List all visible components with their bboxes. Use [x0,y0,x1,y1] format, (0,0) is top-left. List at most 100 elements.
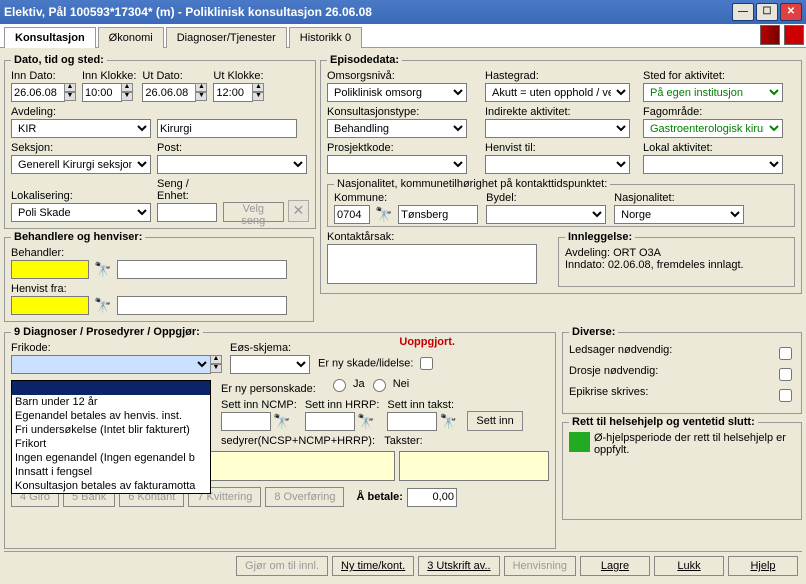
binoculars-icon[interactable]: 🔭 [373,206,395,224]
ut-dato-spinner[interactable]: ▲▼ [195,83,207,101]
ny-skade-checkbox[interactable] [420,357,433,370]
overforing-button: 8 Overføring [265,487,344,507]
lbl-henv: Henvist til: [485,142,635,154]
lbl-ledsager: Ledsager nødvendig: [569,344,672,363]
footer-buttons: Gjør om til innl. Ny time/kont. 3 Utskri… [4,551,802,580]
close-button[interactable]: ✕ [780,3,802,21]
legend-beh: Behandlere og henviser: [11,231,145,243]
dropdown-item[interactable]: Frikort [12,437,210,451]
henvist-fra-code-input[interactable] [11,296,89,315]
lbl-kontaktaarsak: Kontaktårsak: [327,231,550,243]
eos-select[interactable] [230,355,310,374]
toolbar-icon-2[interactable] [784,25,804,45]
utskrift-button[interactable]: 3 Utskrift av.. [418,556,499,576]
fieldset-diverse: Diverse: Ledsager nødvendig: Drosje nødv… [562,326,802,414]
delete-seng-button[interactable]: ✕ [288,200,309,222]
nasj-select[interactable]: Norge [614,205,744,224]
post-select[interactable] [157,155,307,174]
avdeling-select[interactable]: KIR [11,119,151,138]
ut-klokke-input[interactable] [213,83,253,102]
ny-person-ja-radio[interactable] [333,379,346,392]
dropdown-item[interactable]: Konsultasjon betales av fakturamotta [12,479,210,493]
takst-input[interactable] [387,412,437,431]
bydel-select[interactable] [486,205,606,224]
takster-text[interactable] [399,451,549,481]
lbl-epikrise: Epikrise skrives: [569,386,648,405]
ny-time-button[interactable]: Ny time/kont. [332,556,414,576]
betale-input[interactable] [407,488,457,507]
frikode-select[interactable] [11,355,211,374]
dropdown-item[interactable]: Egenandel betales av henvis. inst. [12,409,210,423]
ncmp-input[interactable] [221,412,271,431]
maximize-button[interactable]: ☐ [756,3,778,21]
kommune-name-input[interactable] [398,205,478,224]
minimize-button[interactable]: — [732,3,754,21]
sted-select[interactable]: På egen institusjon [643,83,783,102]
inn-klokke-input[interactable] [82,83,122,102]
seng-input[interactable] [157,203,217,222]
drosje-checkbox[interactable] [779,368,792,381]
ledsager-checkbox[interactable] [779,347,792,360]
seksjon-select[interactable]: Generell Kirurgi seksjon [11,155,151,174]
legend-dts: Dato, tid og sted: [11,54,107,66]
tabbar: Konsultasjon Økonomi Diagnoser/Tjenester… [0,24,806,48]
kontaktaarsak-textarea[interactable] [327,244,537,284]
lbl-hrrp: Sett inn HRRP: [305,399,380,411]
tab-historikk[interactable]: Historikk 0 [289,27,362,48]
binoculars-icon[interactable]: 🔭 [92,261,114,279]
legend-epi: Episodedata: [327,54,402,66]
sett-inn-button[interactable]: Sett inn [467,411,522,431]
dropdown-item[interactable]: Barn under 12 år [12,395,210,409]
avdeling-desc[interactable] [157,119,297,138]
tab-diagnoser[interactable]: Diagnoser/Tjenester [166,27,287,48]
inn-klokke-spinner[interactable]: ▲▼ [121,83,133,101]
omsorg-select[interactable]: Poliklinisk omsorg [327,83,467,102]
dropdown-item[interactable]: Ingen egenandel (Ingen egenandel b [12,451,210,465]
binoculars-icon[interactable]: 🔭 [437,413,459,431]
lbl-seksjon: Seksjon: [11,142,151,154]
hjelp-button[interactable]: Hjelp [728,556,798,576]
lbl-lokalisering: Lokalisering: [11,190,151,202]
fieldset-behandlere: Behandlere og henviser: Behandler: 🔭 Hen… [4,231,314,322]
tab-konsultasjon[interactable]: Konsultasjon [4,27,96,48]
frikode-dropdown-list[interactable]: Barn under 12 år Egenandel betales av he… [11,380,211,494]
tab-okonomi[interactable]: Økonomi [98,27,164,48]
lbl-haste: Hastegrad: [485,70,635,82]
inn-dato-input[interactable] [11,83,65,102]
inn-dato-spinner[interactable]: ▲▼ [64,83,76,101]
lokalisering-select[interactable]: Poli Skade [11,203,151,222]
kons-select[interactable]: Behandling [327,119,467,138]
ind-select[interactable] [485,119,630,138]
behandler-name-input[interactable] [117,260,287,279]
velg-seng-button: Velg seng [223,202,284,222]
ny-person-nei-radio[interactable] [373,379,386,392]
behandler-code-input[interactable] [11,260,89,279]
status-uoppgjort: Uoppgjort. [399,336,455,348]
kommune-code-input[interactable] [334,205,370,224]
hrrp-input[interactable] [305,412,355,431]
ut-klokke-spinner[interactable]: ▲▼ [252,83,264,101]
toolbar-icon-1[interactable] [760,25,780,45]
henv-select[interactable] [485,155,630,174]
lbl-takst: Sett inn takst: [387,399,459,411]
binoculars-icon[interactable]: 🔭 [271,413,293,431]
pros-select[interactable] [327,155,467,174]
binoculars-icon[interactable]: 🔭 [355,413,377,431]
henvist-fra-name-input[interactable] [117,296,287,315]
fieldset-dato-tid-sted: Dato, tid og sted: Inn Dato: ▲▼ Inn Klok… [4,54,316,229]
lbl-pros: Prosjektkode: [327,142,477,154]
lbl-post: Post: [157,142,307,154]
binoculars-icon[interactable]: 🔭 [92,297,114,315]
haste-select[interactable]: Akutt = uten opphold / ve [485,83,630,102]
fag-select[interactable]: Gastroenterologisk kirurgi [643,119,783,138]
dropdown-item[interactable]: Innsatt i fengsel [12,465,210,479]
lagre-button[interactable]: Lagre [580,556,650,576]
henvisning-button: Henvisning [504,556,576,576]
dropdown-item[interactable]: Fri undersøkelse (Intet blir fakturert) [12,423,210,437]
ut-dato-input[interactable] [142,83,196,102]
dropdown-item-blank[interactable] [12,381,210,395]
epikrise-checkbox[interactable] [779,389,792,402]
frikode-spinner[interactable]: ▲▼ [210,355,222,373]
lokal-select[interactable] [643,155,783,174]
lukk-button[interactable]: Lukk [654,556,724,576]
